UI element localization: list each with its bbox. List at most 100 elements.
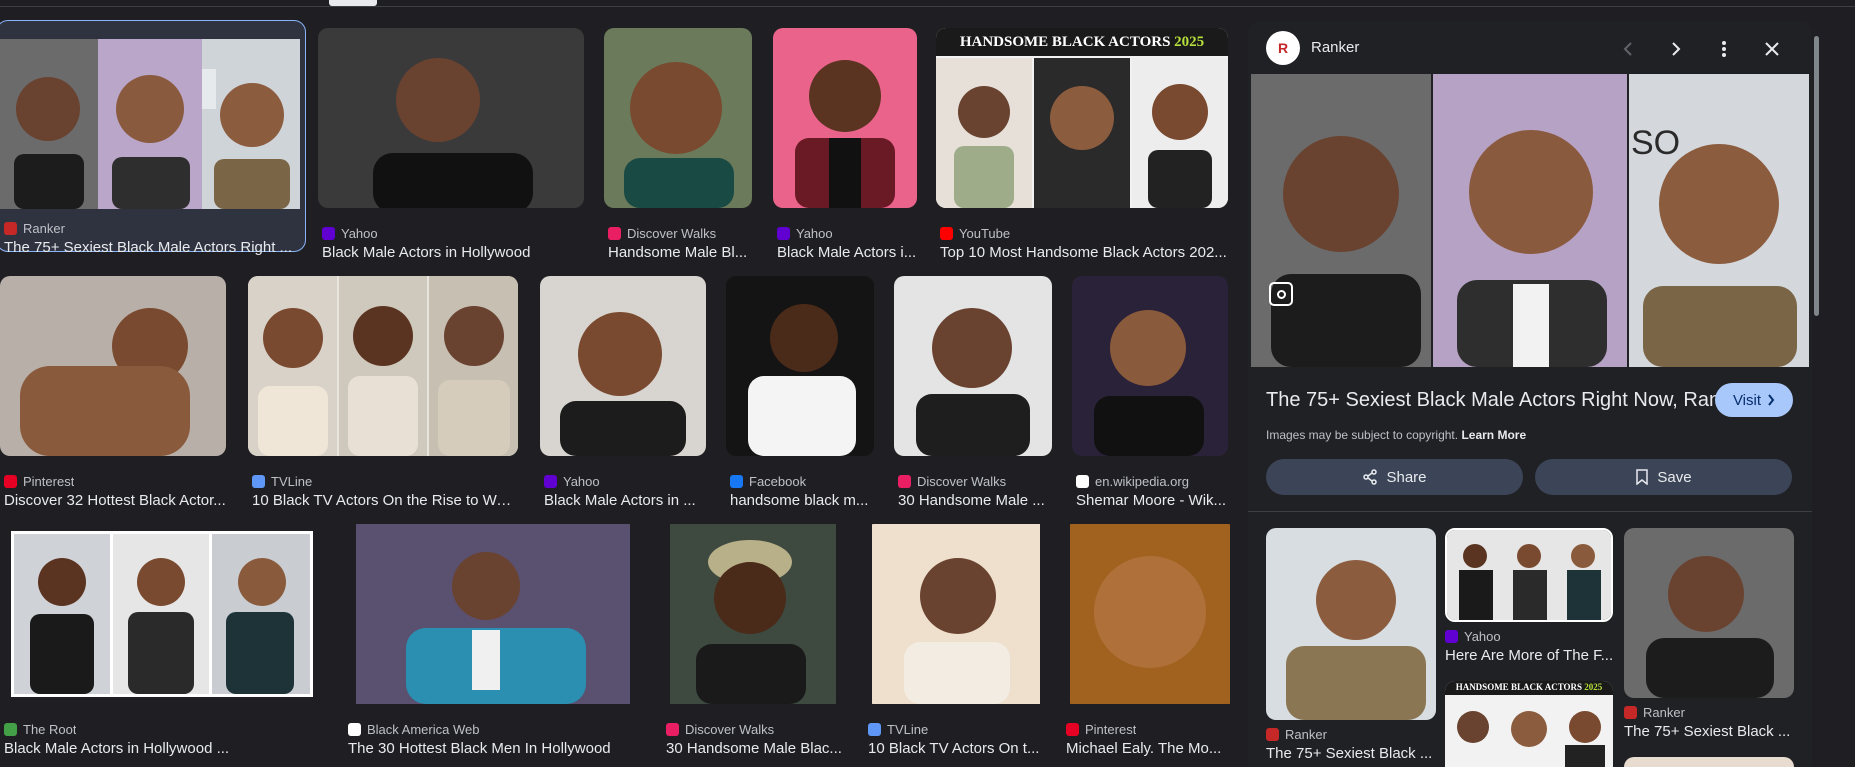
result-thumbnail[interactable] [662,524,844,704]
result-card[interactable]: Ranker The 75+ Sexiest Black Male Actors… [0,20,306,256]
result-thumbnail[interactable] [1062,524,1238,704]
copyright-notice: Images may be subject to copyright. Lear… [1266,428,1526,442]
result-card[interactable]: The Root Black Male Actors in Hollywood … [0,524,324,757]
related-image[interactable]: HANDSOME BLACK ACTORS 2025 [1445,681,1613,767]
result-title[interactable]: The 75+ Sexiest Black Male Actors Right … [4,239,294,256]
result-card[interactable]: Pinterest Michael Ealy. The Mo... [1062,524,1240,757]
result-source: TVLine [252,474,312,489]
chevron-right-icon[interactable] [1658,31,1694,67]
result-card[interactable]: TVLine 10 Black TV Actors On t... [864,524,1056,757]
result-thumbnail[interactable]: HANDSOME BLACK ACTORS 2025 [936,28,1228,208]
result-title[interactable]: Handsome Male Bl... [608,244,752,261]
result-source: Yahoo [544,474,600,489]
result-card[interactable]: HANDSOME BLACK ACTORS 2025 YouTube Top 1… [936,28,1230,261]
result-source: Discover Walks [608,226,716,241]
result-card[interactable]: Discover Walks 30 Handsome Male ... [894,276,1054,509]
result-card[interactable]: Yahoo Black Male Actors in Hollywood [318,28,586,261]
result-title[interactable]: 10 Black TV Actors On t... [868,740,1054,757]
result-card[interactable]: Pinterest Discover 32 Hottest Black Acto… [0,276,228,509]
related-source-label: Yahoo [1464,629,1501,644]
result-title[interactable]: The 30 Hottest Black Men In Hollywood [348,740,644,757]
related-title[interactable]: The 75+ Sexiest Black ... [1266,745,1436,762]
result-thumbnail[interactable] [248,276,518,456]
portrait-image [1266,528,1436,720]
result-title[interactable]: Black Male Actors in ... [544,492,706,509]
result-thumbnail[interactable] [604,28,752,208]
result-source: YouTube [940,226,1010,241]
related-source: Yahoo [1445,629,1501,644]
result-source: Facebook [730,474,806,489]
lens-search-icon[interactable] [1269,282,1293,306]
preview-image[interactable]: SO [1251,74,1809,367]
result-thumbnail[interactable] [773,28,917,208]
result-thumbnail[interactable] [540,276,706,456]
result-card[interactable]: TVLine 10 Black TV Actors On the Rise to… [248,276,520,509]
result-thumbnail[interactable] [0,276,226,456]
result-thumbnail[interactable] [0,524,322,704]
collage-image: SO [1251,74,1809,367]
result-title[interactable]: Discover 32 Hottest Black Actor... [4,492,226,509]
result-source-label: Pinterest [23,474,75,489]
result-title[interactable]: 10 Black TV Actors On the Rise to Wat... [252,492,518,509]
result-card[interactable]: Black America Web The 30 Hottest Black M… [344,524,644,757]
related-image[interactable] [1266,528,1436,720]
result-thumbnail[interactable] [894,276,1052,456]
result-source: TVLine [868,722,928,737]
share-button[interactable]: Share [1266,459,1523,495]
result-thumbnail[interactable] [318,28,584,208]
result-source-label: Yahoo [796,226,833,241]
result-card[interactable]: Discover Walks Handsome Male Bl... [604,28,754,261]
result-source: The Root [4,722,76,737]
result-source: Pinterest [1066,722,1136,737]
related-image[interactable] [1445,528,1613,622]
learn-more-link[interactable]: Learn More [1461,428,1526,442]
result-card[interactable]: Discover Walks 30 Handsome Male Blac... [662,524,846,757]
result-thumbnail[interactable] [0,39,300,209]
related-image[interactable] [1624,528,1794,698]
result-title[interactable]: Shemar Moore - Wik... [1076,492,1232,509]
result-card[interactable]: Yahoo Black Male Actors in ... [540,276,708,509]
result-source-label: Pinterest [1085,722,1137,737]
result-thumbnail[interactable] [726,276,874,456]
result-title[interactable]: 30 Handsome Male Blac... [666,740,844,757]
portrait-image [773,28,917,208]
result-title[interactable]: Black Male Actors in Hollywood ... [4,740,324,757]
result-title[interactable]: Top 10 Most Handsome Black Actors 202... [940,244,1228,261]
panel-scrollbar-thumb[interactable] [1814,36,1819,316]
more-options-icon[interactable] [1706,31,1742,67]
collage-image [248,276,518,456]
related-title[interactable]: The 75+ Sexiest Black ... [1624,723,1794,740]
result-title[interactable]: Michael Ealy. The Mo... [1066,740,1240,757]
result-source: Discover Walks [666,722,774,737]
top-bar [0,0,1855,7]
result-title[interactable]: Black Male Actors in Hollywood [322,244,584,261]
panel-source[interactable]: Ranker [1311,39,1359,56]
visit-button[interactable]: Visit [1715,383,1793,417]
wikipedia-favicon-icon [1076,475,1089,488]
chevron-left-icon[interactable] [1610,31,1646,67]
portrait-image [872,524,1040,704]
panel-title[interactable]: The 75+ Sexiest Black Male Actors Right … [1266,389,1752,412]
result-thumbnail[interactable] [864,524,1054,704]
result-title[interactable]: Black Male Actors i... [777,244,917,261]
related-title[interactable]: Here Are More of The F... [1445,647,1613,664]
portrait-image [540,276,706,456]
result-source-label: en.wikipedia.org [1095,474,1189,489]
banner-year: 2025 [1584,682,1603,692]
result-source-label: Yahoo [341,226,378,241]
result-card[interactable]: Yahoo Black Male Actors i... [773,28,919,261]
result-title[interactable]: 30 Handsome Male ... [898,492,1052,509]
result-card[interactable]: en.wikipedia.org Shemar Moore - Wik... [1072,276,1232,509]
result-thumbnail[interactable] [1072,276,1228,456]
result-card[interactable]: Facebook handsome black m... [726,276,876,509]
result-source-label: The Root [23,722,77,737]
result-thumbnail[interactable] [344,524,642,704]
save-button[interactable]: Save [1535,459,1792,495]
thumbnail-banner: HANDSOME BLACK ACTORS 2025 [936,34,1228,51]
related-image[interactable] [1624,757,1794,767]
result-source-label: Discover Walks [627,226,717,241]
save-label: Save [1657,468,1692,486]
result-source-label: Facebook [749,474,807,489]
result-title[interactable]: handsome black m... [730,492,874,509]
close-icon[interactable] [1754,31,1790,67]
